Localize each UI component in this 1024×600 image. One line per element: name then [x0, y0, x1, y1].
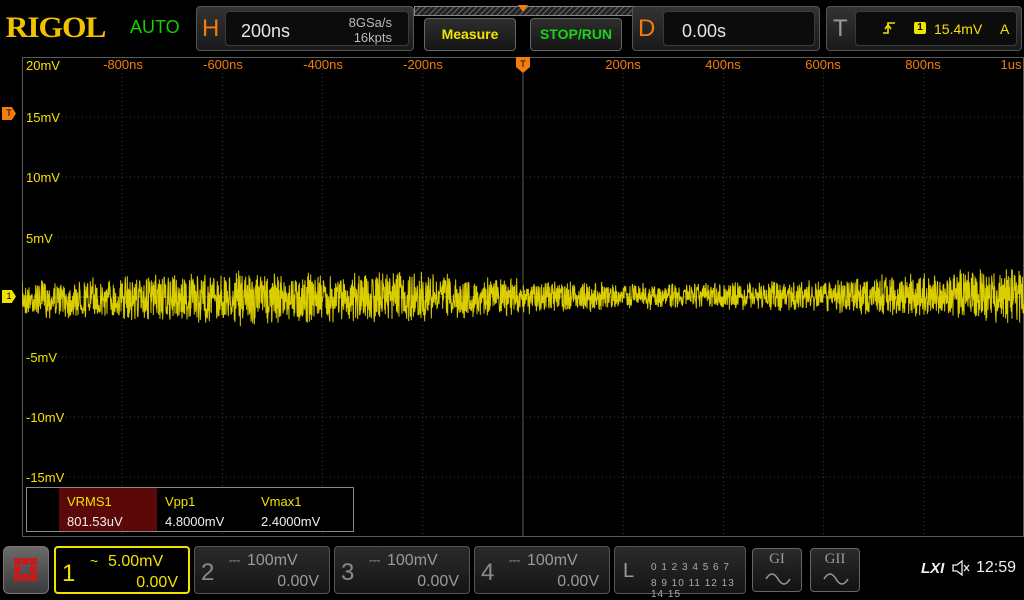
- trigger-key: T: [833, 15, 848, 42]
- channel-2-box[interactable]: 2 ⎓ 100mV 0.00V: [194, 546, 330, 594]
- volt-label: -5mV: [26, 350, 58, 365]
- measurement-item[interactable]: VRMS1 801.53uV: [59, 488, 157, 531]
- channel-offset: 0.00V: [136, 574, 178, 591]
- measurement-name: Vmax1: [261, 494, 302, 509]
- channel-scale: ⎓ 100mV: [509, 552, 578, 570]
- channel-scale: ⎓ 100mV: [369, 552, 438, 570]
- logic-channels-row2: 8 9 10 11 12 13 14 15: [651, 578, 735, 600]
- trigger-position-marker[interactable]: T: [516, 57, 530, 79]
- volt-label: 20mV: [26, 58, 60, 73]
- rising-edge-icon: [882, 20, 896, 39]
- clock: 12:59: [976, 559, 1017, 576]
- measurement-item[interactable]: Vmax1 2.4000mV: [253, 488, 351, 531]
- time-label: 200ns: [605, 57, 641, 72]
- horizontal-key: H: [202, 15, 220, 42]
- trigger-panel[interactable]: T 1 15.4mV A: [826, 6, 1022, 51]
- timebase-value: 200ns: [241, 21, 291, 41]
- main-menu-button[interactable]: [3, 546, 49, 594]
- memory-depth: 16kpts: [353, 30, 392, 45]
- memory-position-marker: [518, 5, 528, 12]
- svg-text:T: T: [520, 59, 526, 69]
- generator-label: GI: [769, 551, 785, 567]
- trigger-display: 1 15.4mV A: [855, 11, 1017, 46]
- channel-1-box[interactable]: 1 ~5.00mV 0.00V: [54, 546, 190, 594]
- time-label: 800ns: [905, 57, 941, 72]
- stop-run-button[interactable]: STOP/RUN: [530, 18, 622, 51]
- time-label: 1us: [1000, 57, 1022, 72]
- brand-logo: RIGOL: [5, 11, 107, 44]
- measurement-value: 2.4000mV: [261, 514, 321, 529]
- trigger-level: 15.4mV: [934, 21, 983, 37]
- sample-rate: 8GSa/s: [348, 15, 392, 30]
- channel-scale-value: 5.00mV: [108, 553, 164, 570]
- dc-coupling-icon: ⎓: [369, 552, 381, 568]
- volt-label: -10mV: [26, 410, 65, 425]
- measurement-name: VRMS1: [67, 494, 112, 509]
- channel-number: 4: [481, 559, 495, 586]
- logic-channels-row1: 0 1 2 3 4 5 6 7: [651, 562, 730, 573]
- channel-scale: ~5.00mV: [90, 553, 163, 571]
- channel-scale-value: 100mV: [247, 552, 298, 569]
- horizontal-panel[interactable]: H 200ns 8GSa/s 16kpts: [196, 6, 414, 51]
- time-label: -200ns: [403, 57, 443, 72]
- time-label: -800ns: [103, 57, 143, 72]
- channel-number: 3: [341, 559, 355, 586]
- channel-scale-value: 100mV: [527, 552, 578, 569]
- sine-wave-icon: [823, 573, 849, 585]
- time-label: 400ns: [705, 57, 741, 72]
- generator-2-button[interactable]: GII: [810, 548, 860, 592]
- top-bar: RIGOL AUTO H 200ns 8GSa/s 16kpts Measure…: [0, 0, 1024, 57]
- lxi-logo: LXI: [921, 560, 945, 577]
- measurement-value: 4.8000mV: [165, 514, 225, 529]
- measurement-item[interactable]: Vpp1 4.8000mV: [157, 488, 253, 531]
- trigger-level-marker[interactable]: T: [2, 107, 16, 120]
- trigger-mode: A: [1000, 21, 1010, 37]
- delay-display: 0.00s: [663, 11, 815, 46]
- channel-offset: 0.00V: [417, 573, 459, 590]
- channel-scale-value: 100mV: [387, 552, 438, 569]
- time-label: -600ns: [203, 57, 243, 72]
- generator-label: GII: [824, 551, 846, 567]
- bottom-bar: 1 ~5.00mV 0.00V 2 ⎓ 100mV 0.00V 3 ⎓ 100mV …: [0, 540, 1024, 600]
- volt-label: -15mV: [26, 470, 65, 485]
- dc-coupling-icon: ⎓: [229, 552, 241, 568]
- volt-label: 15mV: [26, 110, 60, 125]
- channel-offset: 0.00V: [557, 573, 599, 590]
- channel-3-box[interactable]: 3 ⎓ 100mV 0.00V: [334, 546, 470, 594]
- delay-panel[interactable]: D 0.00s: [632, 6, 820, 51]
- measure-button[interactable]: Measure: [424, 18, 516, 51]
- channel-4-box[interactable]: 4 ⎓ 100mV 0.00V: [474, 546, 610, 594]
- logic-key: L: [623, 560, 635, 582]
- generator-1-button[interactable]: GI: [752, 548, 802, 592]
- acquisition-info: 8GSa/s 16kpts: [349, 15, 392, 45]
- channel-offset: 0.00V: [277, 573, 319, 590]
- ac-coupling-icon: ~: [90, 553, 99, 569]
- logic-analyzer-box[interactable]: L 0 1 2 3 4 5 6 7 8 9 10 11 12 13 14 15: [614, 546, 746, 600]
- channel-number: 2: [201, 559, 215, 586]
- trigger-source-badge: 1: [914, 22, 926, 34]
- measurement-value: 801.53uV: [67, 514, 123, 529]
- ch1-offset-marker[interactable]: 1: [2, 290, 16, 303]
- channel-number: 1: [62, 560, 76, 587]
- sine-wave-icon: [765, 573, 791, 585]
- trigger-status: AUTO: [130, 17, 180, 37]
- delay-key: D: [638, 15, 656, 42]
- time-label: 600ns: [805, 57, 841, 72]
- grid-menu-icon: [14, 558, 38, 582]
- time-label: -400ns: [303, 57, 343, 72]
- delay-value: 0.00s: [682, 21, 727, 41]
- speaker-muted-icon[interactable]: [951, 559, 971, 577]
- waveform-display[interactable]: [22, 57, 1024, 537]
- horizontal-display: 200ns 8GSa/s 16kpts: [225, 11, 409, 46]
- dc-coupling-icon: ⎓: [509, 552, 521, 568]
- channel-scale: ⎓ 100mV: [229, 552, 298, 570]
- volt-label: 10mV: [26, 170, 60, 185]
- measurement-name: Vpp1: [165, 494, 196, 509]
- measurement-panel[interactable]: VRMS1 801.53uV Vpp1 4.8000mV Vmax1 2.400…: [26, 487, 354, 532]
- volt-label: 5mV: [26, 231, 53, 246]
